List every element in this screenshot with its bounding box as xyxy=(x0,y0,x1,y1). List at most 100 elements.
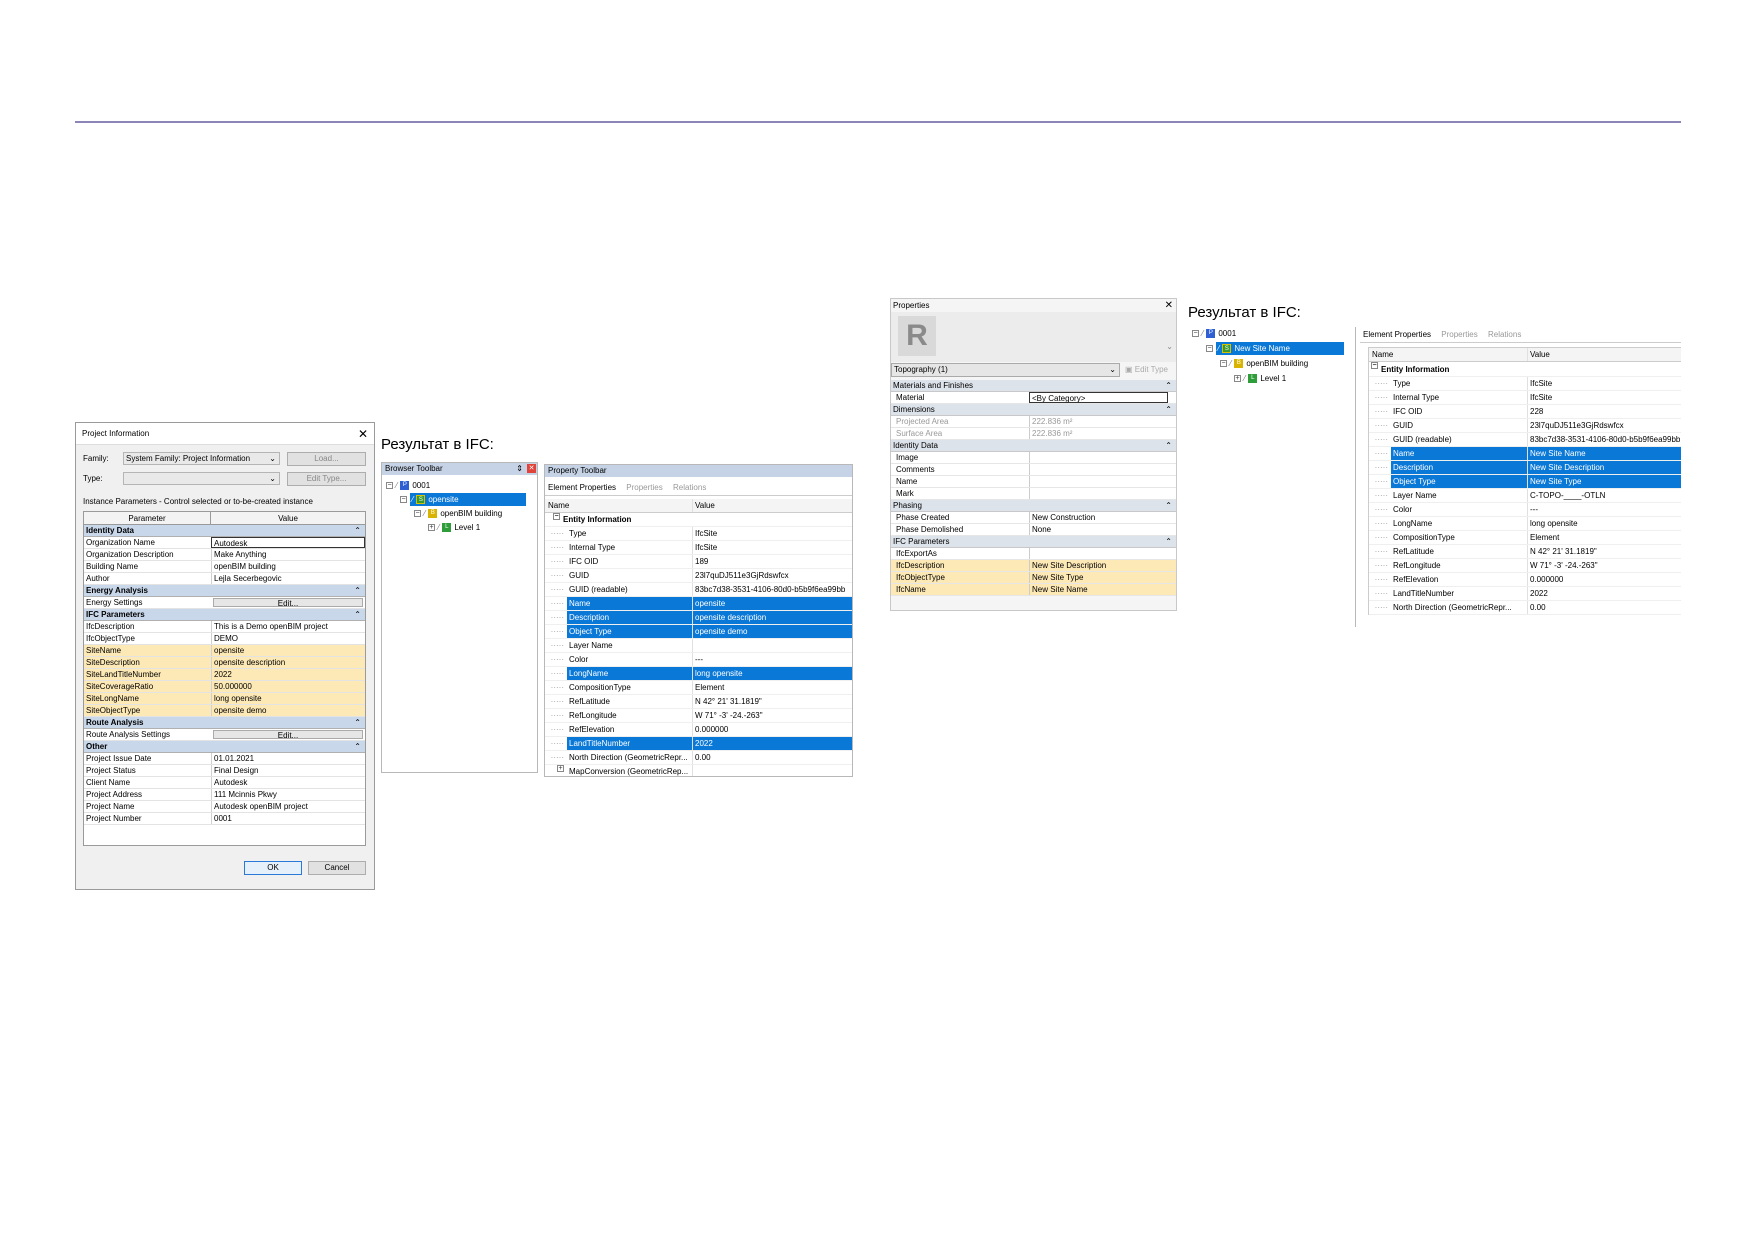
param-value[interactable]: Lejla Secerbegovic xyxy=(211,573,365,584)
collapse-icon[interactable]: − xyxy=(400,496,407,504)
param-row[interactable]: Project Issue Date 01.01.2021 xyxy=(84,753,365,765)
collapse-chevron-icon[interactable]: ⌃ xyxy=(354,585,361,597)
palette-param-value[interactable]: 222.836 m² xyxy=(1029,428,1176,439)
property-row[interactable]: ····· GUID (readable) 83bc7d38-3531-4106-8… xyxy=(545,583,852,597)
property-row[interactable]: ····· Layer Name C-TOPO-____-OTLN xyxy=(1369,489,1681,503)
param-row[interactable]: IfcObjectType DEMO xyxy=(84,633,365,645)
palette-param-value[interactable]: New Construction xyxy=(1029,512,1176,523)
type-selector[interactable]: Topography (1) ⌄ xyxy=(891,363,1120,377)
param-group-header[interactable]: Other ⌃ xyxy=(84,741,365,753)
palette-param-value[interactable]: New Site Type xyxy=(1029,572,1176,583)
param-row[interactable]: Author Lejla Secerbegovic xyxy=(84,573,365,585)
property-row[interactable]: ····· CompositionType Element xyxy=(1369,531,1681,545)
palette-group-header[interactable]: Materials and Finishes ⌃ xyxy=(891,380,1176,392)
param-row[interactable]: Project Status Final Design xyxy=(84,765,365,777)
property-row[interactable]: ····· Color --- xyxy=(1369,503,1681,517)
palette-row[interactable]: Phase Demolished None xyxy=(891,524,1176,536)
param-value[interactable]: Autodesk xyxy=(211,777,365,788)
param-value[interactable]: 01.01.2021 xyxy=(211,753,365,764)
palette-row[interactable]: Material <By Category> xyxy=(891,392,1176,404)
param-row[interactable]: Project Address 111 Mcinnis Pkwy xyxy=(84,789,365,801)
collapse-icon[interactable]: − xyxy=(553,513,560,520)
param-value[interactable]: DEMO xyxy=(211,633,365,644)
edit-type-button[interactable]: ▣ Edit Type xyxy=(1120,363,1176,377)
property-row[interactable]: ····· RefElevation 0.000000 xyxy=(545,723,852,737)
collapse-chevron-icon[interactable]: ⌃ xyxy=(354,609,361,621)
param-row[interactable]: SiteObjectType opensite demo xyxy=(84,705,365,717)
param-value[interactable]: Final Design xyxy=(211,765,365,776)
palette-group-header[interactable]: Dimensions ⌃ xyxy=(891,404,1176,416)
param-row[interactable]: SiteLongName long opensite xyxy=(84,693,365,705)
property-row[interactable]: ····· Name New Site Name xyxy=(1369,447,1681,461)
param-value[interactable]: Autodesk openBIM project xyxy=(211,801,365,812)
palette-param-value[interactable] xyxy=(1029,548,1176,559)
collapse-chevron-icon[interactable]: ⌃ xyxy=(354,717,361,729)
property-row[interactable]: ····· GUID 23l7quDJ511e3GjRdswfcx xyxy=(545,569,852,583)
palette-param-value[interactable]: 222.836 m² xyxy=(1029,416,1176,427)
collapse-icon[interactable]: − xyxy=(1371,362,1378,369)
param-row[interactable]: SiteLandTitleNumber 2022 xyxy=(84,669,365,681)
ok-button[interactable]: OK xyxy=(244,861,302,875)
load-button[interactable]: Load... xyxy=(287,452,366,466)
tab-properties[interactable]: Properties xyxy=(1441,330,1477,339)
property-row[interactable]: ····· GUID 23l7quDJ511e3GjRdswfcx xyxy=(1369,419,1681,433)
edit-button[interactable]: Edit... xyxy=(213,730,363,740)
palette-param-value[interactable] xyxy=(1029,452,1176,463)
property-row[interactable]: ····· Type IfcSite xyxy=(1369,377,1681,391)
property-row[interactable]: ····· IFC OID 228 xyxy=(1369,405,1681,419)
tree-node-level[interactable]: + ⁄ L Level 1 xyxy=(428,521,480,534)
tree-node-project[interactable]: − ⁄ P 0001 xyxy=(386,479,430,492)
param-value[interactable]: This is a Demo openBIM project xyxy=(211,621,365,632)
palette-param-value[interactable]: New Site Name xyxy=(1029,584,1176,595)
palette-param-value[interactable]: <By Category> xyxy=(1029,392,1168,403)
property-row[interactable]: ····· North Direction (GeometricRepr... 0.… xyxy=(545,751,852,765)
param-row[interactable]: Route Analysis Settings Edit... xyxy=(84,729,365,741)
expand-icon[interactable]: + xyxy=(1234,375,1241,383)
property-row[interactable]: ····· Description opensite description xyxy=(545,611,852,625)
expand-icon[interactable]: + xyxy=(428,524,435,532)
property-row[interactable]: ····· RefLatitude N 42° 21' 31.1819" xyxy=(545,695,852,709)
tab-relations[interactable]: Relations xyxy=(1488,330,1521,339)
palette-row[interactable]: IfcObjectType New Site Type xyxy=(891,572,1176,584)
param-value[interactable]: Make Anything xyxy=(211,549,365,560)
param-row[interactable]: SiteCoverageRatio 50.000000 xyxy=(84,681,365,693)
param-value[interactable]: long opensite xyxy=(211,693,365,704)
collapse-chevron-icon[interactable]: ⌃ xyxy=(1165,500,1172,512)
property-row[interactable]: ····· Internal Type IfcSite xyxy=(1369,391,1681,405)
property-row[interactable]: ····· RefLongitude W 71° -3' -24.-263" xyxy=(1369,559,1681,573)
param-row[interactable]: Building Name openBIM building xyxy=(84,561,365,573)
property-row[interactable]: ····· RefLatitude N 42° 21' 31.1819" xyxy=(1369,545,1681,559)
param-row[interactable]: SiteDescription opensite description xyxy=(84,657,365,669)
palette-row[interactable]: Phase Created New Construction xyxy=(891,512,1176,524)
param-value[interactable]: opensite demo xyxy=(211,705,365,716)
close-icon[interactable]: ✕ xyxy=(358,423,368,445)
property-row[interactable]: ····· RefElevation 0.000000 xyxy=(1369,573,1681,587)
param-row[interactable]: Organization Description Make Anything xyxy=(84,549,365,561)
palette-param-value[interactable] xyxy=(1029,464,1176,475)
property-row[interactable]: + MapConversion (GeometricRep... xyxy=(545,765,852,776)
param-value[interactable]: 111 Mcinnis Pkwy xyxy=(211,789,365,800)
edit-type-button[interactable]: Edit Type... xyxy=(287,472,366,486)
collapse-chevron-icon[interactable]: ⌃ xyxy=(1165,380,1172,392)
param-group-header[interactable]: Identity Data ⌃ xyxy=(84,525,365,537)
palette-row[interactable]: Projected Area 222.836 m² xyxy=(891,416,1176,428)
family-select[interactable]: System Family: Project Information ⌄ xyxy=(123,452,280,465)
param-row[interactable]: IfcDescription This is a Demo openBIM pro… xyxy=(84,621,365,633)
close-icon[interactable]: ✕ xyxy=(1165,299,1173,312)
property-row[interactable]: ····· Type IfcSite xyxy=(545,527,852,541)
property-row[interactable]: ····· Internal Type IfcSite xyxy=(545,541,852,555)
collapse-chevron-icon[interactable]: ⌃ xyxy=(1165,404,1172,416)
param-value[interactable]: Autodesk xyxy=(211,537,365,548)
chevron-down-icon[interactable]: ⌄ xyxy=(1166,342,1173,351)
cancel-button[interactable]: Cancel xyxy=(308,861,366,875)
palette-row[interactable]: IfcDescription New Site Description xyxy=(891,560,1176,572)
palette-param-value[interactable] xyxy=(1029,476,1176,487)
property-row[interactable]: ····· GUID (readable) 83bc7d38-3531-4106-8… xyxy=(1369,433,1681,447)
palette-row[interactable]: Comments xyxy=(891,464,1176,476)
param-value[interactable]: opensite description xyxy=(211,657,365,668)
param-row[interactable]: Project Name Autodesk openBIM project xyxy=(84,801,365,813)
palette-group-header[interactable]: Identity Data ⌃ xyxy=(891,440,1176,452)
tab-element-properties[interactable]: Element Properties xyxy=(1363,330,1431,339)
tab-properties[interactable]: Properties xyxy=(626,483,662,492)
property-row[interactable]: ····· LongName long opensite xyxy=(545,667,852,681)
